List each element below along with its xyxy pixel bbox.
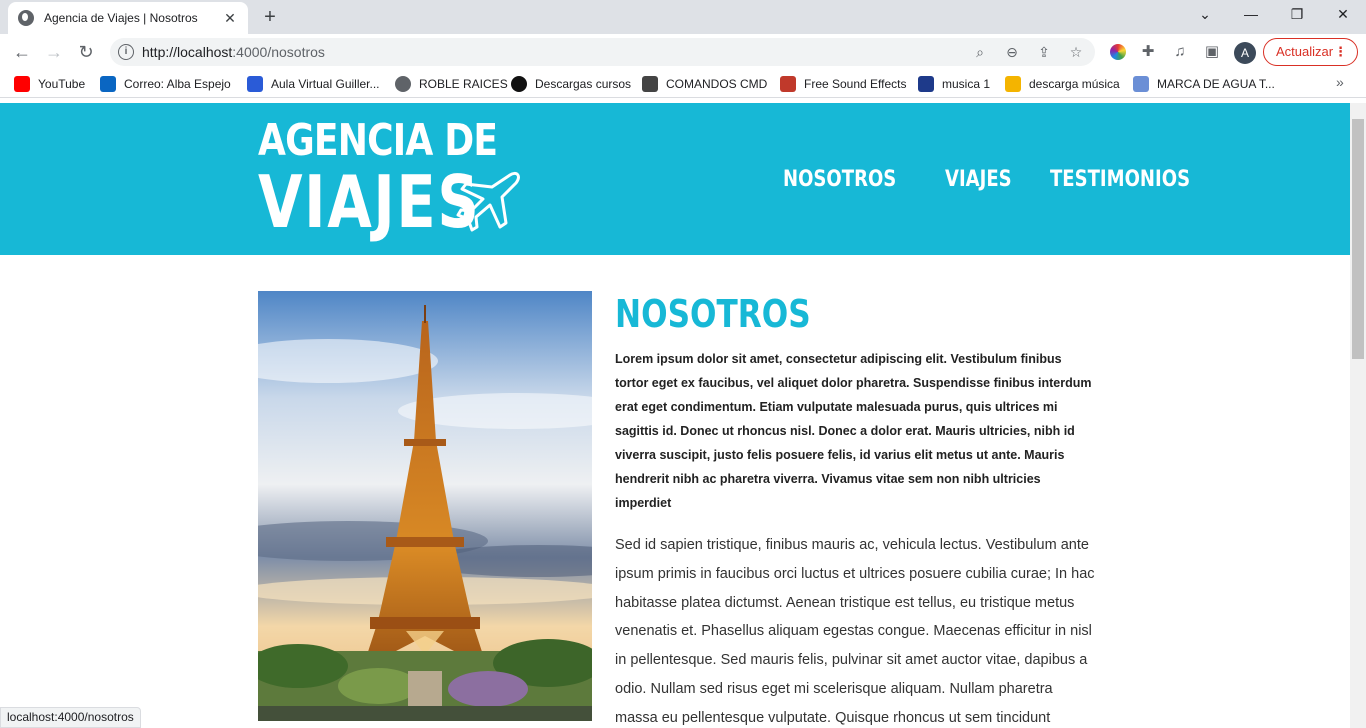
- logo-line-1: AGENCIA DE: [258, 115, 498, 166]
- pr-logo-icon: [642, 76, 658, 92]
- reload-icon[interactable]: ↻: [74, 40, 98, 64]
- back-icon[interactable]: ←: [10, 40, 34, 64]
- bookmark-youtube[interactable]: YouTube: [14, 74, 85, 94]
- url-path: :4000/nosotros: [232, 44, 325, 60]
- page-title: NOSOTROS: [615, 292, 811, 336]
- scrollbar-thumb[interactable]: [1352, 119, 1364, 359]
- zoom-icon[interactable]: ⊖: [1002, 42, 1022, 62]
- youtube-icon: [14, 76, 30, 92]
- menu-kebab-icon: ⋮: [1334, 44, 1347, 59]
- bookmark-star-icon[interactable]: ☆: [1066, 42, 1086, 62]
- eiffel-tower-photo: [258, 291, 592, 721]
- bookmark-aula-virtual[interactable]: Aula Virtual Guiller...: [247, 74, 380, 94]
- bookmark-correo[interactable]: Correo: Alba Espejo: [100, 74, 231, 94]
- tab-search-icon[interactable]: ⌄: [1190, 4, 1220, 28]
- minimize-icon[interactable]: —: [1236, 4, 1266, 28]
- extensions-puzzle-icon[interactable]: ✚: [1138, 42, 1158, 62]
- globe-icon: [18, 10, 34, 26]
- nav-testimonios[interactable]: TESTIMONIOS: [1050, 167, 1190, 192]
- globe-icon: [395, 76, 411, 92]
- address-bar[interactable]: i http://localhost:4000/nosotros ⌕ ⊖ ⇪ ☆: [110, 38, 1095, 66]
- forward-icon[interactable]: →: [42, 40, 66, 64]
- update-button[interactable]: Actualizar ⋮: [1263, 38, 1358, 66]
- update-label: Actualizar: [1276, 44, 1334, 59]
- share-icon[interactable]: ⇪: [1034, 42, 1054, 62]
- bookmark-descargas-cursos[interactable]: Descargas cursos: [511, 74, 631, 94]
- bookmarks-bar: YouTube Correo: Alba Espejo Aula Virtual…: [0, 70, 1366, 98]
- bookmark-label: ROBLE RAICES: [419, 77, 508, 91]
- bookmark-label: Correo: Alba Espejo: [124, 77, 231, 91]
- lead-paragraph: Lorem ipsum dolor sit amet, consectetur …: [615, 352, 1092, 510]
- bookmark-label: Descargas cursos: [535, 77, 632, 91]
- nav-viajes[interactable]: VIAJES: [945, 167, 1012, 192]
- browser-tab[interactable]: Agencia de Viajes | Nosotros ✕: [8, 2, 248, 34]
- bookmark-marca-de-agua[interactable]: MARCA DE AGUA T...: [1133, 74, 1275, 94]
- about-section: NOSOTROS Lorem ipsum dolor sit amet, con…: [615, 291, 1095, 728]
- bookmark-descarga-musica[interactable]: descarga música: [1005, 74, 1120, 94]
- outlook-icon: [100, 76, 116, 92]
- side-panel-icon[interactable]: ▣: [1202, 42, 1222, 62]
- url-host: http://localhost: [142, 44, 233, 60]
- bookmark-free-sound-effects[interactable]: Free Sound Effects: [780, 74, 907, 94]
- sound-effects-icon: [780, 76, 796, 92]
- s-logo-icon: [918, 76, 934, 92]
- close-tab-icon[interactable]: ✕: [222, 10, 238, 27]
- bookmark-musica-1[interactable]: musica 1: [918, 74, 990, 94]
- page-viewport: AGENCIA DE VIAJES NOSOTROS VIAJES TESTIM…: [0, 103, 1350, 728]
- bookmark-comandos-cmd[interactable]: COMANDOS CMD: [642, 74, 767, 94]
- color-extension-icon[interactable]: [1110, 44, 1126, 60]
- graduation-cap-icon: [247, 76, 263, 92]
- site-info-icon[interactable]: i: [118, 44, 134, 60]
- profile-avatar[interactable]: A: [1234, 42, 1256, 64]
- status-bar-url: localhost:4000/nosotros: [0, 707, 141, 728]
- bookmark-roble-raices[interactable]: ROBLE RAICES: [395, 74, 508, 94]
- restore-icon[interactable]: ❐: [1282, 4, 1312, 28]
- new-tab-button[interactable]: +: [258, 6, 282, 30]
- media-control-icon[interactable]: ♫: [1170, 42, 1190, 62]
- airplane-icon: [456, 171, 520, 232]
- bookmark-label: YouTube: [38, 77, 86, 91]
- close-window-icon[interactable]: ✕: [1328, 4, 1358, 28]
- search-icon[interactable]: ⌕: [970, 42, 990, 62]
- browser-toolbar: ← → ↻ i http://localhost:4000/nosotros ⌕…: [0, 34, 1366, 70]
- bookmark-label: Free Sound Effects: [804, 77, 907, 91]
- download-music-icon: [1005, 76, 1021, 92]
- body-paragraph: Sed id sapien tristique, finibus mauris …: [615, 537, 1095, 726]
- tab-strip: Agencia de Viajes | Nosotros ✕ + ⌄ — ❐ ✕: [0, 0, 1366, 34]
- bookmark-label: descarga música: [1029, 77, 1120, 91]
- layers-icon: [1133, 76, 1149, 92]
- bookmark-label: MARCA DE AGUA T...: [1157, 77, 1275, 91]
- bookmark-label: COMANDOS CMD: [666, 77, 768, 91]
- site-header: AGENCIA DE VIAJES NOSOTROS VIAJES TESTIM…: [0, 103, 1350, 255]
- bookmark-label: musica 1: [942, 77, 991, 91]
- tab-title: Agencia de Viajes | Nosotros: [44, 11, 198, 25]
- nav-nosotros[interactable]: NOSOTROS: [783, 167, 896, 192]
- download-site-icon: [511, 76, 527, 92]
- bookmark-label: Aula Virtual Guiller...: [271, 77, 380, 91]
- url-text[interactable]: http://localhost:4000/nosotros: [142, 44, 325, 60]
- more-bookmarks-icon[interactable]: »: [1336, 74, 1344, 90]
- main-nav: NOSOTROS VIAJES TESTIMONIOS: [783, 167, 1221, 192]
- page-scrollbar[interactable]: [1350, 103, 1366, 728]
